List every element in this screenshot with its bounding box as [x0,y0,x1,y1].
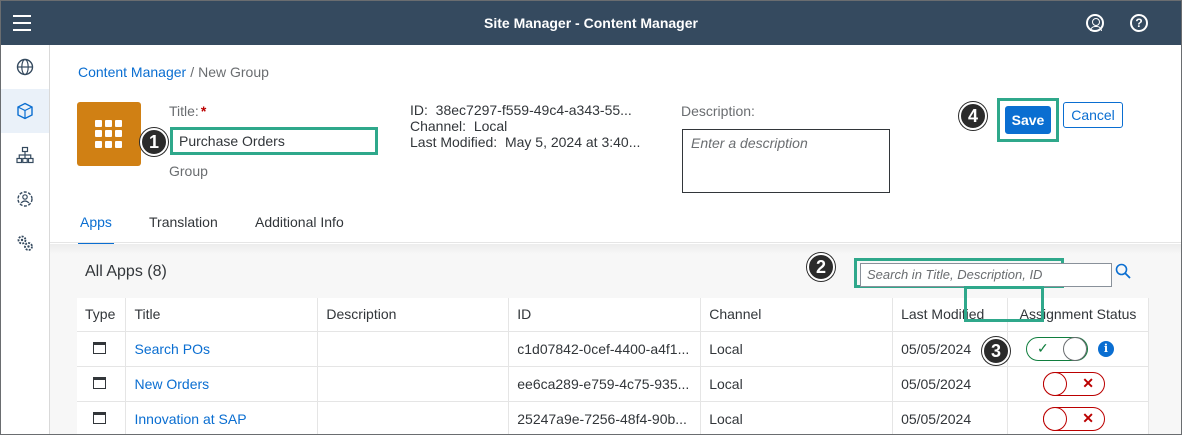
table-row: New Orders ee6ca289-e759-4c75-935... Loc… [77,366,1149,402]
app-window-icon [93,376,106,389]
cube-icon [17,102,33,120]
type-cell [77,366,127,402]
app-title-link[interactable]: Innovation at SAP [134,411,246,427]
assignment-toggle-off[interactable]: ✕ [1043,407,1105,431]
apps-count-heading: All Apps (8) [85,263,167,280]
column-header-id: ID [508,298,702,332]
id-cell: ee6ca289-e759-4c75-935... [508,366,702,402]
channel-cell: Local [700,366,894,402]
tab-additional-info[interactable]: Additional Info [255,214,344,246]
gears-icon [17,235,33,251]
assignment-toggle-on[interactable]: ✓ [1026,337,1088,361]
app-window-icon [93,341,106,354]
callout-1: 1 [140,128,168,156]
apps-section: All Apps (8) Search in Title, Descriptio… [50,244,1181,434]
save-highlight: Save [997,98,1059,142]
callout-3: 3 [982,337,1010,365]
shell-title: Site Manager - Content Manager [484,15,698,31]
side-navigation [1,45,50,434]
type-cell [77,401,127,434]
app-title-link[interactable]: New Orders [134,376,209,392]
app-window-icon [93,411,106,424]
column-header-title: Title [125,298,319,332]
help-icon[interactable]: ? [1130,14,1148,32]
search-icon[interactable] [1115,263,1131,279]
description-cell [317,366,510,402]
title-input[interactable]: Purchase Orders [170,127,378,155]
cancel-button[interactable]: Cancel [1063,102,1123,128]
column-header-channel: Channel [700,298,894,332]
tab-bar: Apps Translation Additional Info [50,211,1181,246]
nav-hierarchy[interactable] [1,133,49,177]
breadcrumb-separator: / [190,64,195,80]
description-textarea[interactable]: Enter a description [682,129,890,193]
last-modified-cell: 05/05/2024 [892,366,1009,402]
column-header-type: Type [77,298,127,332]
main-content: Content Manager / New Group Title: * Purcha… [50,45,1181,434]
tab-translation[interactable]: Translation [149,214,218,246]
object-type-label: Group [169,163,208,179]
user-avatar-icon[interactable] [1086,14,1104,32]
id-cell: 25247a9e-7256-48f4-90b... [508,401,702,434]
id-cell: c1d07842-0cef-4400-a4f1... [508,331,702,367]
assignment-toggle-off[interactable]: ✕ [1043,372,1105,396]
last-modified-value: May 5, 2024 at 3:40... [504,134,641,150]
toggle-knob [1063,337,1087,361]
nav-sites[interactable] [1,45,49,89]
column-header-description: Description [317,298,510,332]
hierarchy-icon [16,146,34,164]
app-title-link[interactable]: Search POs [134,341,209,357]
id-value: 38ec7297-f559-49c4-a343-55... [435,102,632,118]
description-label: Description: [681,103,755,119]
search-highlight: Search in Title, Description, ID [854,258,1112,288]
group-tile-icon [77,102,141,166]
shell-bar: Site Manager - Content Manager ? [1,1,1181,45]
channel-label: Channel: [410,118,467,134]
toggle-knob [1043,407,1067,431]
callout-4: 4 [959,102,987,130]
description-cell [317,331,510,367]
breadcrumb: Content Manager / New Group [78,64,269,80]
title-label: Title: * [169,103,207,119]
search-input[interactable]: Search in Title, Description, ID [860,263,1112,287]
globe-icon [16,58,34,76]
description-cell [317,401,510,434]
toggle-knob [1043,372,1067,396]
type-cell [77,331,127,367]
header-metadata: ID: 38ec7297-f559-49c4-a343-55... Channe… [410,102,640,150]
last-modified-label: Last Modified: [410,134,498,150]
channel-value: Local [473,118,508,134]
info-icon[interactable]: i [1098,341,1114,357]
id-label: ID: [410,102,428,118]
required-marker: * [200,103,207,119]
channel-cell: Local [700,331,894,367]
role-settings-icon [17,191,33,207]
nav-settings[interactable] [1,221,49,265]
nav-roles[interactable] [1,177,49,221]
breadcrumb-link-content-manager[interactable]: Content Manager [78,64,186,80]
callout-2: 2 [807,253,835,281]
check-icon: ✓ [1037,340,1049,356]
object-header: Content Manager / New Group Title: * Purcha… [50,45,1181,246]
tab-apps[interactable]: Apps [78,214,114,246]
toggle-highlight [964,286,1044,322]
last-modified-cell: 05/05/2024 [892,401,1009,434]
channel-cell: Local [700,401,894,434]
save-button[interactable]: Save [1005,106,1051,134]
cross-icon: ✕ [1082,375,1094,391]
breadcrumb-current: New Group [198,64,269,80]
app-window: Site Manager - Content Manager ? Content… [0,0,1182,435]
cross-icon: ✕ [1082,410,1094,426]
table-row: Innovation at SAP 25247a9e-7256-48f4-90b… [77,401,1149,434]
nav-content-manager[interactable] [1,89,49,133]
